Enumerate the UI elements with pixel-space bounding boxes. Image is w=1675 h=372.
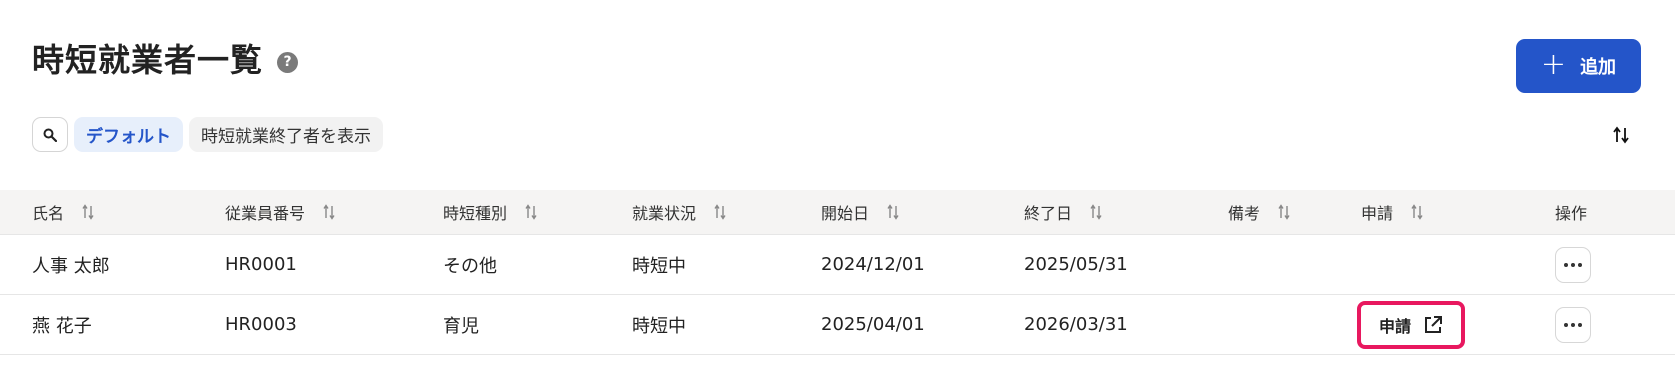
cell-name: 人事 太郎: [32, 255, 110, 277]
external-link-icon: [1425, 315, 1442, 333]
column-header-actions: 操作: [1555, 200, 1587, 224]
column-header-label: 開始日: [821, 204, 870, 223]
column-header-label: 申請: [1361, 204, 1394, 223]
add-button[interactable]: + 追加: [1516, 39, 1641, 93]
sort-icon[interactable]: [82, 204, 94, 220]
column-header-label: 操作: [1555, 204, 1588, 223]
column-header-name[interactable]: 氏名: [32, 200, 94, 224]
column-header-start-date[interactable]: 開始日: [821, 200, 899, 224]
search-icon: [43, 128, 57, 142]
column-header-label: 氏名: [32, 204, 65, 223]
column-header-status[interactable]: 就業状況: [632, 200, 726, 224]
sort-icon[interactable]: [1090, 204, 1102, 220]
more-actions-button[interactable]: [1555, 246, 1591, 283]
cell-status: 時短中: [632, 315, 686, 337]
column-header-type[interactable]: 時短種別: [443, 200, 537, 224]
apply-button[interactable]: 申請: [1357, 300, 1465, 349]
sort-icon[interactable]: [887, 204, 899, 220]
column-header-label: 時短種別: [443, 204, 508, 223]
cell-start-date: 2024/12/01: [821, 254, 925, 275]
cell-end-date: 2026/03/31: [1024, 314, 1128, 335]
cell-actions: [1555, 246, 1591, 283]
table-row: 人事 太郎 HR0001 その他 時短中 2024/12/01 2025/05/…: [0, 235, 1675, 295]
more-actions-button[interactable]: [1555, 306, 1591, 343]
cell-actions: [1555, 306, 1591, 343]
employee-table: 氏名 従業員番号 時短種別 就業状況 開始日 終了日 備考 申請 操作 人事 太…: [0, 190, 1675, 355]
filter-bar: デフォルト 時短就業終了者を表示: [32, 117, 383, 152]
cell-start-date: 2025/04/01: [821, 314, 925, 335]
sort-icon[interactable]: [1278, 204, 1290, 220]
column-header-end-date[interactable]: 終了日: [1024, 200, 1102, 224]
add-button-label: 追加: [1580, 57, 1617, 78]
sort-icon[interactable]: [323, 204, 335, 220]
cell-type: その他: [443, 255, 497, 277]
cell-apply: 申請: [1357, 300, 1465, 349]
sort-icon[interactable]: [1411, 204, 1423, 220]
sort-toggle-button[interactable]: [1610, 124, 1632, 146]
search-button[interactable]: [32, 117, 68, 152]
cell-type: 育児: [443, 315, 479, 337]
page-header: 時短就業者一覧 ?: [32, 40, 299, 80]
help-icon[interactable]: ?: [277, 51, 299, 73]
column-header-label: 従業員番号: [225, 204, 306, 223]
column-header-label: 終了日: [1024, 204, 1073, 223]
filter-chip-default[interactable]: デフォルト: [74, 117, 183, 152]
cell-employee-no: HR0001: [225, 254, 297, 275]
cell-end-date: 2025/05/31: [1024, 254, 1128, 275]
column-header-employee-no[interactable]: 従業員番号: [225, 200, 335, 224]
column-header-label: 備考: [1228, 204, 1261, 223]
table-header: 氏名 従業員番号 時短種別 就業状況 開始日 終了日 備考 申請 操作: [0, 190, 1675, 235]
filter-chip-show-ended[interactable]: 時短就業終了者を表示: [189, 117, 383, 152]
cell-name: 燕 花子: [32, 315, 92, 337]
column-header-apply[interactable]: 申請: [1361, 200, 1423, 224]
sort-icon: [1613, 126, 1629, 144]
column-header-note[interactable]: 備考: [1228, 200, 1290, 224]
cell-status: 時短中: [632, 255, 686, 277]
page-title: 時短就業者一覧: [32, 41, 264, 79]
table-row: 燕 花子 HR0003 育児 時短中 2025/04/01 2026/03/31…: [0, 295, 1675, 355]
plus-icon: +: [1540, 46, 1567, 82]
column-header-label: 就業状況: [632, 204, 697, 223]
cell-employee-no: HR0003: [225, 314, 297, 335]
sort-icon[interactable]: [714, 204, 726, 220]
apply-button-label: 申請: [1378, 316, 1411, 336]
sort-icon[interactable]: [525, 204, 537, 220]
